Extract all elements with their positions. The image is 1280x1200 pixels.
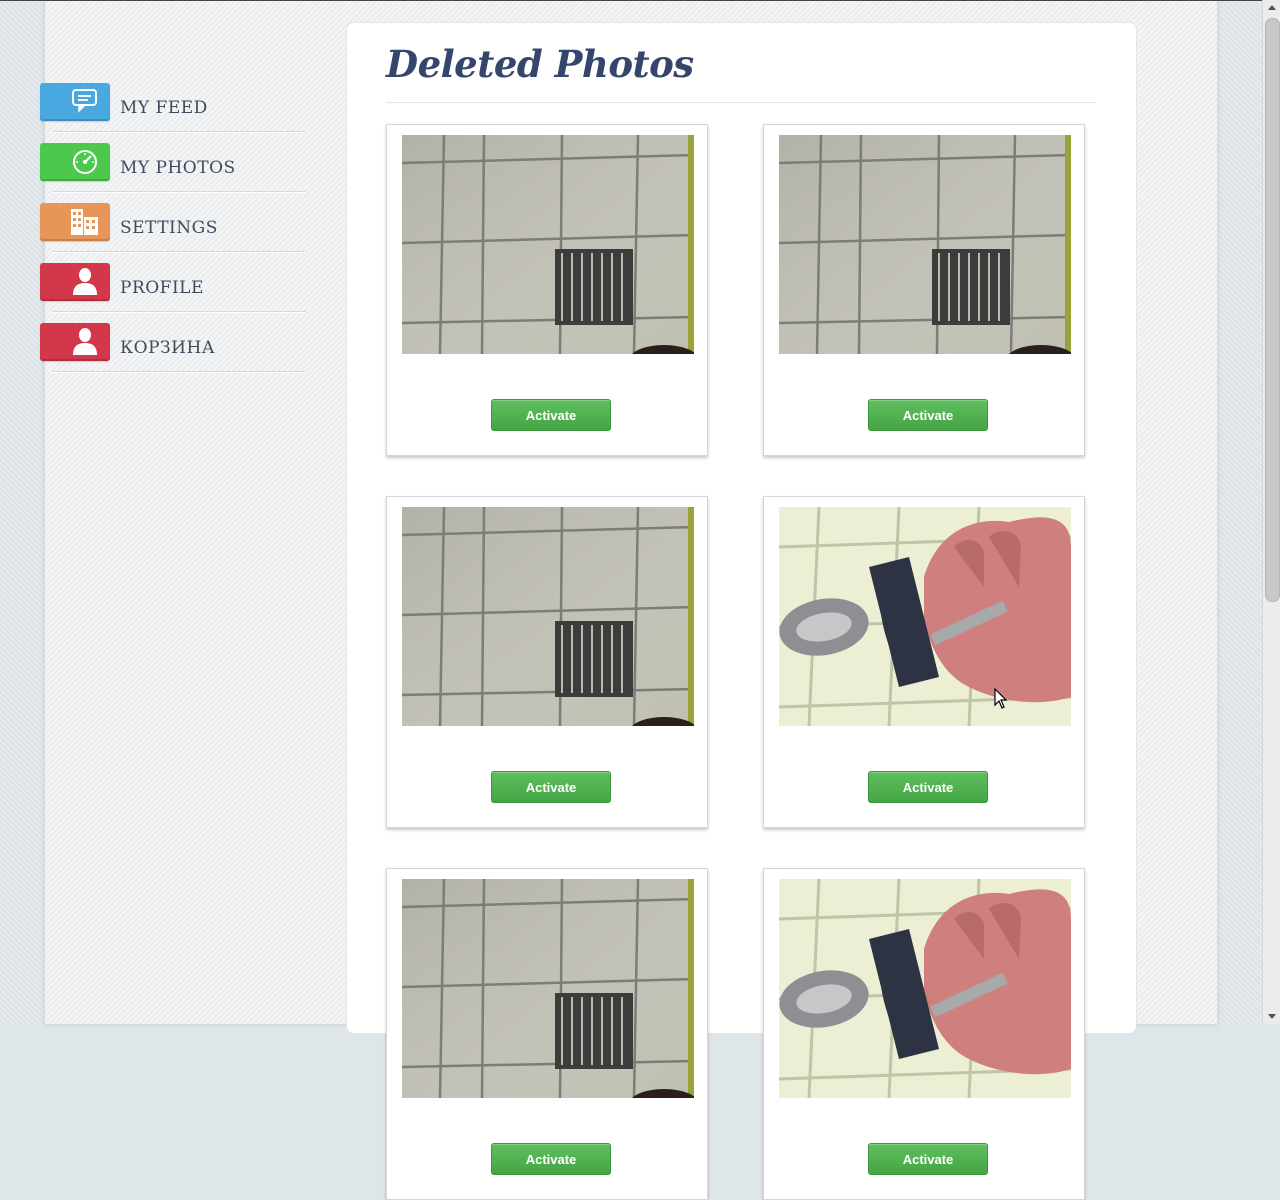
user-icon: [40, 263, 110, 301]
photo-card: Activate: [386, 496, 708, 828]
activate-button[interactable]: Activate: [868, 1143, 988, 1175]
sidebar-item-korzina[interactable]: КОРЗИНА: [40, 323, 306, 383]
photo-thumbnail[interactable]: [779, 879, 1071, 1098]
sidebar-item-profile[interactable]: PROFILE: [40, 263, 306, 323]
sidebar-item-label: PROFILE: [120, 278, 204, 298]
photo-thumbnail[interactable]: [779, 135, 1071, 354]
divider: [52, 251, 306, 252]
sidebar-item-label: MY FEED: [120, 98, 208, 118]
vertical-scrollbar[interactable]: [1262, 0, 1280, 1024]
activate-button[interactable]: Activate: [868, 771, 988, 803]
building-icon: [40, 203, 110, 241]
photo-card: Activate: [763, 496, 1085, 828]
activate-button[interactable]: Activate: [491, 771, 611, 803]
activate-button[interactable]: Activate: [868, 399, 988, 431]
sidebar-item-label: КОРЗИНА: [120, 338, 216, 358]
photo-card: Activate: [763, 124, 1085, 456]
activate-button[interactable]: Activate: [491, 399, 611, 431]
divider: [386, 102, 1096, 103]
divider: [52, 371, 306, 372]
chat-icon: [40, 83, 110, 121]
top-border: [0, 0, 1262, 1]
photo-card: Activate: [386, 868, 708, 1200]
scrollbar-thumb[interactable]: [1265, 18, 1280, 602]
mouse-pointer-icon: [994, 687, 1008, 714]
photo-thumbnail[interactable]: [402, 507, 694, 726]
user-icon: [40, 323, 110, 361]
photo-thumbnail[interactable]: [779, 507, 1071, 726]
photo-thumbnail[interactable]: [402, 879, 694, 1098]
divider: [52, 311, 306, 312]
divider: [52, 131, 306, 132]
scroll-up-arrow-icon[interactable]: [1263, 0, 1280, 16]
sidebar-item-settings[interactable]: SETTINGS: [40, 203, 306, 263]
sidebar-item-my-feed[interactable]: MY FEED: [40, 83, 306, 143]
photo-card: Activate: [763, 868, 1085, 1200]
sidebar-item-label: SETTINGS: [120, 218, 218, 238]
sidebar-item-my-photos[interactable]: MY PHOTOS: [40, 143, 306, 203]
page-title: Deleted Photos: [386, 42, 694, 86]
photo-card: Activate: [386, 124, 708, 456]
speedometer-icon: [40, 143, 110, 181]
activate-button[interactable]: Activate: [491, 1143, 611, 1175]
scroll-down-arrow-icon[interactable]: [1263, 1008, 1280, 1024]
photo-thumbnail[interactable]: [402, 135, 694, 354]
sidebar-item-label: MY PHOTOS: [120, 158, 236, 178]
divider: [52, 191, 306, 192]
